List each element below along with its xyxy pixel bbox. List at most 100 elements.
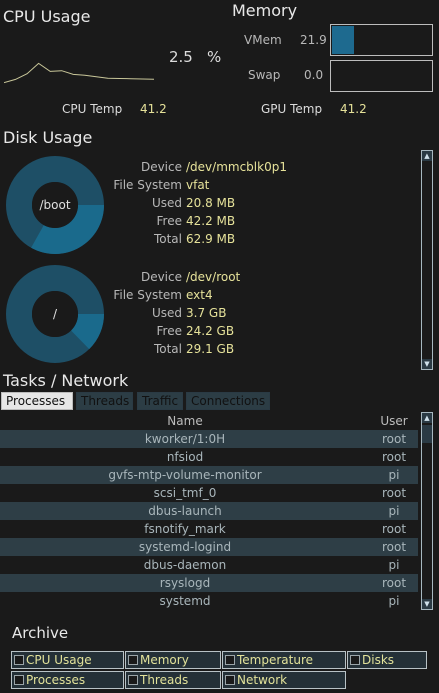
table-row[interactable]: nfsiod root <box>0 448 418 466</box>
table-row[interactable]: scsi_tmf_0 root <box>0 484 418 502</box>
cpu-temp-value: 41.2 <box>140 102 167 116</box>
table-row[interactable]: dbus-launch pi <box>0 502 418 520</box>
disk1-device-label: Device <box>140 270 182 284</box>
process-table-scrollbar[interactable]: ▲ ▼ <box>421 412 433 610</box>
archive-item-label: CPU Usage <box>26 653 92 667</box>
process-name: scsi_tmf_0 <box>153 486 217 500</box>
scrollbar-thumb[interactable] <box>422 425 432 443</box>
table-row[interactable]: fsnotify_mark root <box>0 520 418 538</box>
process-user: root <box>381 576 407 590</box>
disk0-total-value: 62.9 MB <box>186 232 236 246</box>
swap-bar <box>330 60 433 92</box>
checkbox-icon[interactable] <box>14 655 24 665</box>
disk1-used-value: 3.7 GB <box>186 306 227 320</box>
disk1-total-value: 29.1 GB <box>186 342 235 356</box>
tab-threads[interactable]: Threads <box>76 392 133 410</box>
cpu-usage-unit: % <box>207 48 222 66</box>
gpu-temp-label: GPU Temp <box>261 102 323 116</box>
disk1-used-label: Used <box>151 306 182 320</box>
disk0-free-label: Free <box>156 214 182 228</box>
disk-scrollbar[interactable]: ▲ ▼ <box>421 150 433 370</box>
archive-item-label: Temperature <box>237 653 314 667</box>
archive-threads-checkbox[interactable]: Threads <box>125 671 221 689</box>
swap-label: Swap <box>248 68 281 82</box>
boot-disk-mount: /boot <box>39 198 70 212</box>
root-disk-donut: / <box>6 265 104 363</box>
disk0-device-value: /dev/mmcblk0p1 <box>186 160 287 174</box>
scroll-down-arrow-icon[interactable]: ▼ <box>422 359 432 369</box>
process-user: root <box>381 432 407 446</box>
archive-temperature-checkbox[interactable]: Temperature <box>222 651 346 669</box>
process-user: root <box>381 450 407 464</box>
gpu-temp-value: 41.2 <box>340 102 367 116</box>
memory-title: Memory <box>232 1 298 20</box>
disk1-fs-label: File System <box>113 288 182 302</box>
cpu-usage-graph <box>4 62 155 84</box>
table-row[interactable]: gvfs-mtp-volume-monitor pi <box>0 466 418 484</box>
disk0-fs-value: vfat <box>186 178 210 192</box>
archive-cpu-usage-checkbox[interactable]: CPU Usage <box>11 651 124 669</box>
archive-item-label: Processes <box>26 673 86 687</box>
table-row[interactable]: rsyslogd root <box>0 574 418 592</box>
process-table: Name User kworker/1:0H root nfsiod root gv… <box>0 412 418 610</box>
table-row[interactable]: dbus-daemon pi <box>0 556 418 574</box>
checkbox-icon[interactable] <box>128 655 138 665</box>
disk1-free-value: 24.2 GB <box>186 324 235 338</box>
archive-network-checkbox[interactable]: Network <box>222 671 346 689</box>
archive-item-label: Disks <box>362 653 395 667</box>
process-name: nfsiod <box>166 450 204 464</box>
table-row[interactable]: systemd-logind root <box>0 538 418 556</box>
tab-connections[interactable]: Connections <box>186 392 270 410</box>
tasks-network-title: Tasks / Network <box>3 371 129 390</box>
cpu-temp-label: CPU Temp <box>62 102 123 116</box>
disk-usage-title: Disk Usage <box>3 128 93 147</box>
tab-processes[interactable]: Processes <box>1 392 73 410</box>
archive-memory-checkbox[interactable]: Memory <box>125 651 221 669</box>
process-user: pi <box>388 468 400 482</box>
process-user: root <box>381 540 407 554</box>
archive-disks-checkbox[interactable]: Disks <box>347 651 427 669</box>
archive-item-label: Threads <box>140 673 189 687</box>
vmem-label: VMem <box>244 33 282 47</box>
disk0-used-value: 20.8 MB <box>186 196 236 210</box>
process-name: systemd <box>159 594 211 608</box>
checkbox-icon[interactable] <box>14 675 24 685</box>
disk0-fs-label: File System <box>113 178 182 192</box>
process-user: pi <box>388 594 400 608</box>
process-user: pi <box>388 558 400 572</box>
scroll-up-arrow-icon[interactable]: ▲ <box>422 413 432 423</box>
cpu-usage-value: 2.5 <box>169 48 193 66</box>
vmem-bar-fill <box>332 26 354 54</box>
checkbox-icon[interactable] <box>225 655 235 665</box>
vmem-bar <box>330 24 433 56</box>
disk1-total-label: Total <box>153 342 182 356</box>
tab-traffic[interactable]: Traffic <box>137 392 183 410</box>
process-name: fsnotify_mark <box>144 522 226 536</box>
table-header: Name User <box>0 412 418 430</box>
disk1-device-value: /dev/root <box>186 270 241 284</box>
process-user: root <box>381 486 407 500</box>
column-header-user[interactable]: User <box>370 412 418 430</box>
checkbox-icon[interactable] <box>350 655 360 665</box>
process-user: pi <box>388 504 400 518</box>
disk0-used-label: Used <box>151 196 182 210</box>
checkbox-icon[interactable] <box>128 675 138 685</box>
cpu-usage-title: CPU Usage <box>3 7 91 26</box>
archive-item-label: Memory <box>140 653 189 667</box>
process-name: rsyslogd <box>159 576 211 590</box>
table-row[interactable]: kworker/1:0H root <box>0 430 418 448</box>
disk0-total-label: Total <box>153 232 182 246</box>
process-name: systemd-logind <box>138 540 232 554</box>
process-user: root <box>381 522 407 536</box>
disk1-free-label: Free <box>156 324 182 338</box>
column-header-name[interactable]: Name <box>0 412 370 430</box>
process-name: kworker/1:0H <box>144 432 226 446</box>
scroll-down-arrow-icon[interactable]: ▼ <box>422 599 432 609</box>
disk1-fs-value: ext4 <box>186 288 213 302</box>
table-row[interactable]: systemd pi <box>0 592 418 610</box>
archive-processes-checkbox[interactable]: Processes <box>11 671 124 689</box>
archive-title: Archive <box>12 624 69 642</box>
scroll-up-arrow-icon[interactable]: ▲ <box>422 151 432 161</box>
checkbox-icon[interactable] <box>225 675 235 685</box>
process-name: dbus-launch <box>148 504 222 518</box>
